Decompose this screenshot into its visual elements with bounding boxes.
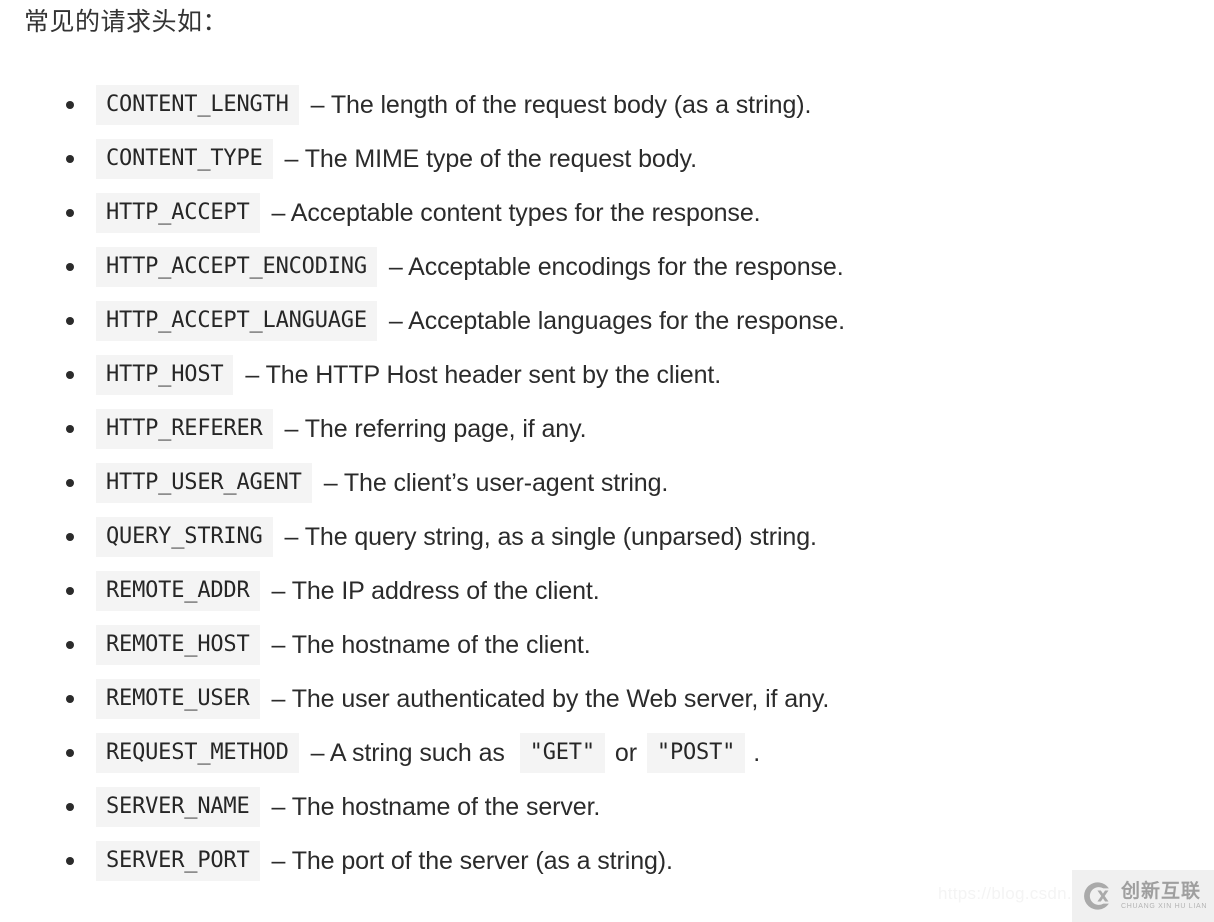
header-variable-code: REQUEST_METHOD — [96, 733, 299, 773]
list-item: HTTP_HOST – The HTTP Host header sent by … — [0, 348, 1214, 402]
bullet-icon — [66, 155, 74, 163]
header-variable-code: HTTP_REFERER — [96, 409, 273, 449]
header-variable-code: QUERY_STRING — [96, 517, 273, 557]
header-description: – The HTTP Host header sent by the clien… — [245, 361, 722, 389]
header-description: – The user authenticated by the Web serv… — [271, 685, 830, 713]
cx-circle-logo-icon — [1084, 882, 1109, 910]
list-item: CONTENT_TYPE – The MIME type of the reque… — [0, 132, 1214, 186]
header-description: – The length of the request body (as a s… — [310, 91, 812, 119]
bullet-icon — [66, 425, 74, 433]
list-item: REMOTE_HOST – The hostname of the client. — [0, 618, 1214, 672]
page-title: 常见的请求头如： — [24, 8, 229, 36]
header-description: – The query string, as a single (unparse… — [284, 523, 817, 551]
header-variable-code: HTTP_ACCEPT_LANGUAGE — [96, 301, 377, 341]
bullet-icon — [66, 587, 74, 595]
list-item: HTTP_REFERER – The referring page, if any… — [0, 402, 1214, 456]
logo-text-block: 创新互联 CHUANG XIN HU LIAN — [1121, 881, 1207, 912]
header-variable-code: REMOTE_USER — [96, 679, 260, 719]
header-description: – The MIME type of the request body. — [284, 145, 697, 173]
bullet-icon — [66, 641, 74, 649]
list-item: HTTP_ACCEPT – Acceptable content types fo… — [0, 186, 1214, 240]
header-variable-code: SERVER_PORT — [96, 841, 260, 881]
header-variable-code: HTTP_USER_AGENT — [96, 463, 312, 503]
header-description-before: – A string such as — [310, 739, 505, 767]
header-description: – The hostname of the client. — [271, 631, 591, 659]
bullet-icon — [66, 263, 74, 271]
bullet-icon — [66, 695, 74, 703]
header-variable-code: HTTP_ACCEPT — [96, 193, 260, 233]
header-description: – The client’s user-agent string. — [323, 469, 669, 497]
document-page: 常见的请求头如： CONTENT_LENGTH – The length of t… — [0, 0, 1214, 922]
header-description: – Acceptable content types for the respo… — [271, 199, 761, 227]
bullet-icon — [66, 533, 74, 541]
list-item: SERVER_PORT – The port of the server (as … — [0, 834, 1214, 888]
header-variable-code: CONTENT_TYPE — [96, 139, 273, 179]
header-description: – Acceptable languages for the response. — [388, 307, 845, 335]
bullet-icon — [66, 803, 74, 811]
method-post-code: "POST" — [646, 733, 746, 773]
bullet-icon — [66, 371, 74, 379]
list-item: CONTENT_LENGTH – The length of the reques… — [0, 78, 1214, 132]
header-variable-code: REMOTE_HOST — [96, 625, 260, 665]
chuangxin-hulian-logo: 创新互联 CHUANG XIN HU LIAN — [1072, 870, 1214, 922]
list-item: SERVER_NAME – The hostname of the server. — [0, 780, 1214, 834]
list-item: HTTP_ACCEPT_LANGUAGE – Acceptable languag… — [0, 294, 1214, 348]
header-description-after: . — [753, 739, 761, 767]
bullet-icon — [66, 209, 74, 217]
header-description: – The IP address of the client. — [271, 577, 600, 605]
bullet-icon — [66, 479, 74, 487]
header-description: – The hostname of the server. — [271, 793, 601, 821]
header-variable-code: CONTENT_LENGTH — [96, 85, 299, 125]
logo-chinese-name: 创新互联 — [1121, 880, 1202, 902]
list-item: REQUEST_METHOD – A string such as "GET" or… — [0, 726, 1214, 780]
header-variable-code: SERVER_NAME — [96, 787, 260, 827]
header-variable-code: REMOTE_ADDR — [96, 571, 260, 611]
bullet-icon — [66, 101, 74, 109]
method-get-code: "GET" — [519, 733, 605, 773]
logo-pinyin-name: CHUANG XIN HU LIAN — [1121, 902, 1208, 910]
bullet-icon — [66, 749, 74, 757]
list-item: HTTP_ACCEPT_ENCODING – Acceptable encodin… — [0, 240, 1214, 294]
header-variable-code: HTTP_ACCEPT_ENCODING — [96, 247, 377, 287]
list-item: HTTP_USER_AGENT – The client’s user-agent… — [0, 456, 1214, 510]
request-header-list: CONTENT_LENGTH – The length of the reques… — [0, 78, 1214, 888]
header-variable-code: HTTP_HOST — [96, 355, 234, 395]
list-item: REMOTE_USER – The user authenticated by t… — [0, 672, 1214, 726]
list-item: REMOTE_ADDR – The IP address of the clien… — [0, 564, 1214, 618]
csdn-url-watermark: https://blog.csdn.ne — [938, 884, 1092, 903]
bullet-icon — [66, 857, 74, 865]
bullet-icon — [66, 317, 74, 325]
list-item: QUERY_STRING – The query string, as a sin… — [0, 510, 1214, 564]
header-description: – The referring page, if any. — [284, 415, 587, 443]
header-description: – The port of the server (as a string). — [271, 847, 673, 875]
header-description: – Acceptable encodings for the response. — [388, 253, 844, 281]
header-description-middle: or — [614, 739, 637, 767]
